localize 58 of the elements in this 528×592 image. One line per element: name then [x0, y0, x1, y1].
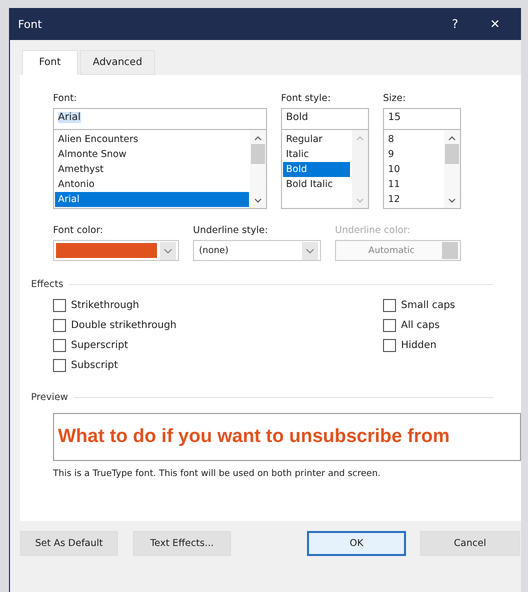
font-list-item[interactable]: Arial [55, 192, 249, 207]
font-style-list-item[interactable]: Regular [283, 132, 351, 147]
dialog-button[interactable]: Text Effects... [133, 531, 231, 556]
checkbox[interactable] [383, 339, 396, 352]
checkbox-label: All caps [401, 320, 440, 331]
scroll-thumb[interactable] [445, 144, 459, 164]
font-style-field[interactable]: Bold [281, 108, 369, 130]
preview-text: What to do if you want to unsubscribe from [57, 426, 450, 448]
checkbox[interactable] [383, 299, 396, 312]
size-list-item[interactable]: 12 [385, 192, 443, 207]
font-description: This is a TrueType font. This font will be used on both printer and screen. [53, 469, 381, 479]
font-label: Font: [53, 93, 77, 104]
checkbox-label: Double strikethrough [71, 320, 177, 331]
checkbox[interactable] [53, 339, 66, 352]
checkbox[interactable] [383, 319, 396, 332]
font-field[interactable]: Arial [53, 108, 267, 130]
scrollbar[interactable] [250, 130, 266, 208]
underline-style-dropdown[interactable]: (none) [193, 240, 321, 261]
chevron-icon [160, 242, 176, 260]
checkbox[interactable] [53, 319, 66, 332]
font-style-label: Font style: [281, 93, 331, 104]
font-list-item[interactable]: Almonte Snow [55, 147, 249, 162]
font-list-item[interactable]: Antonio [55, 177, 249, 192]
font-color-label: Font color: [53, 225, 104, 236]
dialog-button[interactable]: Cancel [420, 531, 520, 556]
checkbox-label: Strikethrough [71, 300, 140, 311]
close-button[interactable]: ✕ [475, 10, 515, 38]
chevron-icon [302, 242, 318, 260]
font-color-dropdown[interactable] [53, 240, 179, 261]
section-label: Preview [31, 392, 68, 403]
scrollbar[interactable] [444, 130, 460, 208]
font-list-item[interactable]: Amethyst [55, 162, 249, 177]
checkbox-label: Hidden [401, 340, 436, 351]
section-label: Effects [31, 279, 64, 290]
underline-style-label: Underline style: [193, 225, 268, 236]
underline-color-label: Underline color: [335, 225, 410, 236]
font-list-item[interactable]: Alien Encounters [55, 132, 249, 147]
checkbox[interactable] [53, 359, 66, 372]
window-title: Font [18, 18, 43, 30]
size-field[interactable]: 15 [383, 108, 461, 130]
checkbox-label: Small caps [401, 300, 456, 311]
size-label: Size: [383, 93, 406, 104]
size-list-item[interactable]: 8 [385, 132, 443, 147]
scroll-thumb[interactable] [251, 144, 265, 164]
checkbox-label: Superscript [71, 340, 128, 351]
font-style-list-item[interactable]: Bold Italic [283, 177, 351, 192]
font-style-list-item[interactable]: Italic [283, 147, 351, 162]
size-list-item[interactable]: 10 [385, 162, 443, 177]
checkbox-label: Subscript [71, 360, 118, 371]
font-style-list-item[interactable]: Bold [283, 162, 350, 177]
tab[interactable]: Font [22, 50, 78, 75]
dialog-button[interactable]: Set As Default [20, 531, 118, 556]
checkbox[interactable] [53, 299, 66, 312]
size-list-item[interactable]: 9 [385, 147, 443, 162]
dialog-button[interactable]: OK [307, 531, 406, 556]
size-list-item[interactable]: 11 [385, 177, 443, 192]
help-button[interactable]: ? [435, 10, 475, 38]
tab[interactable]: Advanced [80, 50, 156, 75]
